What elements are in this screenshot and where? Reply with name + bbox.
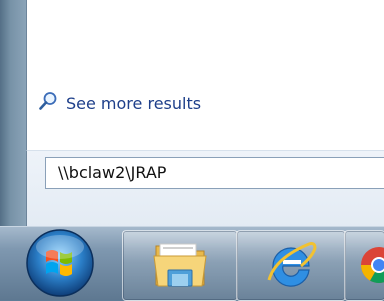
start-button[interactable] (22, 228, 98, 299)
search-input-value: \\bclaw2\JRAP (58, 163, 167, 182)
search-input[interactable]: \\bclaw2\JRAP (45, 157, 384, 189)
chrome-icon (359, 245, 384, 285)
windows-orb-icon (24, 227, 96, 301)
see-more-results-link[interactable]: See more results (38, 91, 201, 115)
taskbar-chrome-button[interactable] (344, 230, 384, 301)
internet-explorer-icon (263, 236, 319, 296)
folder-icon (150, 236, 210, 296)
start-menu-frame (0, 0, 26, 226)
taskbar-explorer-button[interactable] (122, 230, 238, 301)
search-results-pane (26, 0, 384, 150)
search-icon (38, 91, 58, 115)
taskbar-internet-explorer-button[interactable] (236, 230, 346, 301)
see-more-results-label: See more results (66, 93, 202, 113)
